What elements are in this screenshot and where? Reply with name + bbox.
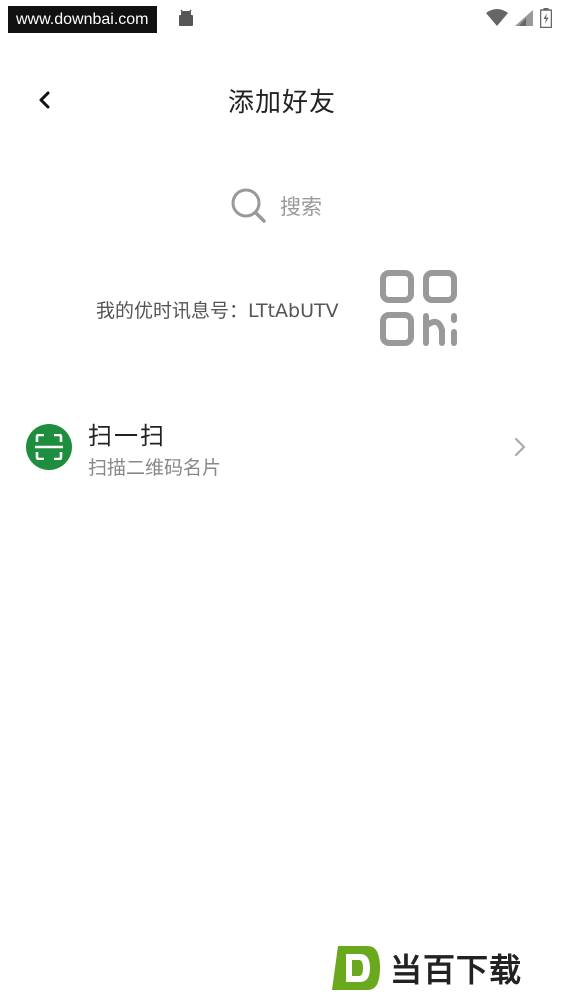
scan-title: 扫一扫 [88,422,166,450]
site-watermark: www.downbai.com [8,6,157,33]
status-icons [486,8,552,28]
brand-watermark: 当百下载 [330,940,560,996]
app-header: 添加好友 [0,70,564,130]
scan-item[interactable]: 扫一扫 扫描二维码名片 [0,410,564,484]
status-bar: www.downbai.com [0,0,564,36]
cellular-signal-icon [515,10,533,26]
page-title: 添加好友 [227,88,336,118]
scan-subtitle: 扫描二维码名片 [88,457,222,479]
search-button[interactable]: 搜索 [230,184,350,228]
qr-code-icon[interactable] [380,270,458,346]
my-id-text: 我的优时讯息号：LTtAbUTV [96,300,339,322]
search-icon [231,188,266,223]
brand-watermark-text: 当百下载 [390,951,523,989]
scan-icon [26,424,72,470]
android-notification-icon [179,9,193,26]
my-id-section: 我的优时讯息号：LTtAbUTV [0,268,564,348]
chevron-right-icon [514,437,526,457]
battery-icon [540,8,552,28]
search-label: 搜索 [280,195,322,219]
wifi-icon [486,9,508,26]
brand-logo-icon [332,946,380,990]
